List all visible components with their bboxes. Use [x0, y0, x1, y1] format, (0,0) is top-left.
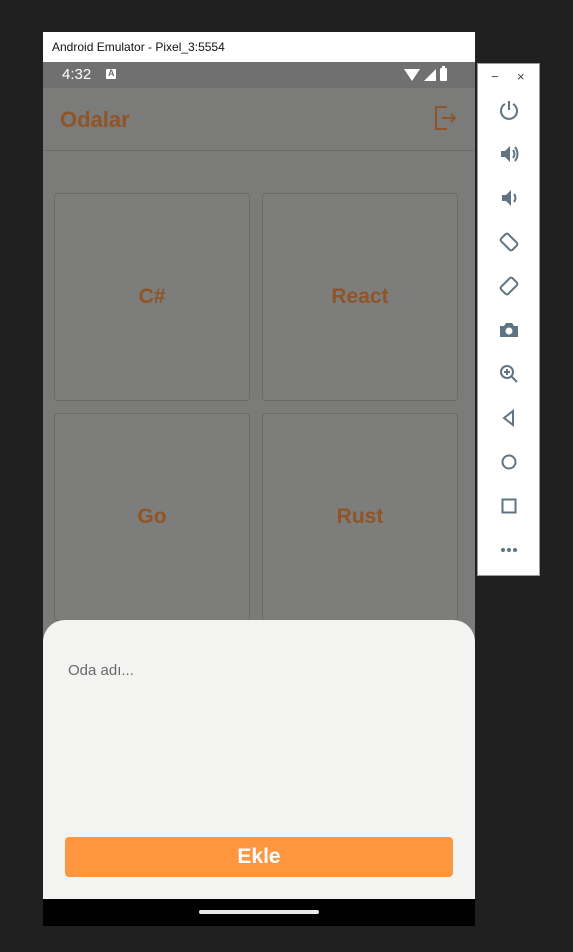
- room-label: React: [331, 285, 389, 308]
- navigation-bar: [43, 899, 475, 926]
- room-name-input[interactable]: [68, 658, 448, 682]
- page-title: Odalar: [60, 107, 130, 132]
- rotate-left-icon[interactable]: [497, 230, 521, 254]
- add-room-button[interactable]: Ekle: [65, 837, 453, 877]
- room-label: Rust: [336, 505, 384, 528]
- room-tile[interactable]: C#: [54, 193, 250, 401]
- close-button[interactable]: ×: [517, 69, 525, 84]
- more-icon[interactable]: [497, 538, 521, 562]
- status-icons: [404, 66, 447, 81]
- rotate-right-icon[interactable]: [497, 274, 521, 298]
- device-screen: 4:32 Odalar C# React: [43, 62, 475, 899]
- battery-icon: [440, 66, 447, 81]
- volume-down-icon[interactable]: [497, 186, 521, 210]
- home-icon[interactable]: [497, 450, 521, 474]
- volume-up-icon[interactable]: [497, 142, 521, 166]
- home-gesture-pill[interactable]: [199, 910, 319, 914]
- camera-icon[interactable]: [497, 318, 521, 342]
- add-room-sheet: Ekle: [43, 620, 475, 899]
- status-time: 4:32: [62, 66, 92, 83]
- signal-icon: [424, 69, 436, 81]
- minimize-button[interactable]: −: [491, 69, 499, 84]
- room-label: Go: [137, 505, 167, 528]
- status-bar: 4:32: [43, 62, 475, 88]
- back-icon[interactable]: [497, 406, 521, 430]
- room-label: C#: [138, 285, 166, 308]
- logout-icon[interactable]: [433, 105, 457, 131]
- app-bar: Odalar: [43, 88, 475, 151]
- room-tile[interactable]: Rust: [262, 413, 458, 621]
- wifi-icon: [404, 69, 420, 81]
- room-tile[interactable]: React: [262, 193, 458, 401]
- zoom-icon[interactable]: [497, 362, 521, 386]
- room-tile[interactable]: Go: [54, 413, 250, 621]
- emulator-title: Android Emulator - Pixel_3:5554: [43, 32, 475, 62]
- emulator-window: Android Emulator - Pixel_3:5554 4:32 Oda…: [43, 32, 475, 926]
- emulator-toolbar: − ×: [477, 63, 540, 576]
- power-icon[interactable]: [497, 98, 521, 122]
- overview-icon[interactable]: [497, 494, 521, 518]
- notification-icon: [106, 68, 116, 79]
